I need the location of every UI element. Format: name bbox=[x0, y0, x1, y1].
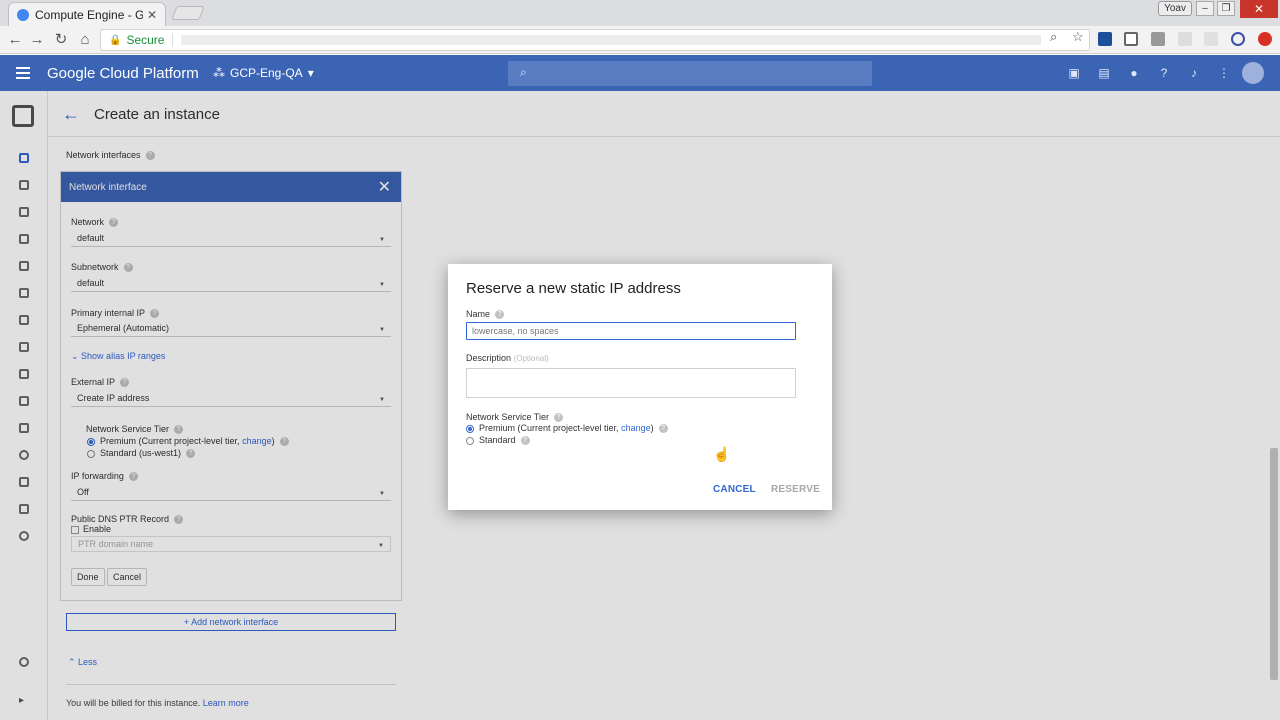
dialog-cancel-button[interactable]: CANCEL bbox=[713, 484, 756, 495]
bookmark-star-icon[interactable]: ☆ bbox=[1072, 29, 1084, 45]
extension-cast-icon[interactable] bbox=[1178, 32, 1192, 46]
extension-icon[interactable] bbox=[1098, 32, 1112, 46]
search-icon: ⌕ bbox=[520, 65, 527, 79]
zoom-icon[interactable]: ⌕ bbox=[1050, 29, 1057, 45]
dialog-premium-close-paren: ) bbox=[650, 423, 654, 433]
more-vert-icon[interactable]: ⋮ bbox=[1217, 66, 1231, 80]
optional-text: (Optional) bbox=[513, 354, 549, 363]
new-tab-button[interactable] bbox=[171, 6, 205, 20]
help-icon[interactable]: ? bbox=[1157, 66, 1171, 80]
description-label-text: Description bbox=[466, 353, 512, 363]
project-selector[interactable]: ⁂ GCP-Eng-QA ▾ bbox=[213, 66, 314, 80]
gift-icon[interactable]: ▣ bbox=[1067, 66, 1081, 80]
back-icon[interactable]: ← bbox=[6, 31, 24, 49]
maximize-icon[interactable]: ❐ bbox=[1217, 1, 1235, 16]
dialog-tier-label: Network Service Tier? bbox=[466, 412, 564, 423]
forward-icon[interactable]: → bbox=[28, 31, 46, 49]
extension-reader-icon[interactable] bbox=[1204, 32, 1218, 46]
feedback-icon[interactable]: ● bbox=[1127, 66, 1141, 80]
name-label-text: Name bbox=[466, 309, 491, 319]
hand-cursor-icon: ☝ bbox=[713, 446, 731, 462]
dialog-premium-radio[interactable] bbox=[466, 424, 474, 433]
tab-title: Compute Engine - GCP-E bbox=[35, 7, 143, 22]
help-icon[interactable]: ? bbox=[520, 436, 530, 446]
profile-user-button[interactable]: Yoav bbox=[1158, 1, 1192, 16]
project-tree-icon: ⁂ bbox=[213, 66, 225, 80]
project-name: GCP-Eng-QA bbox=[230, 66, 303, 80]
avatar[interactable] bbox=[1242, 62, 1264, 84]
dialog-standard-text: Standard bbox=[479, 435, 516, 445]
extension-block-icon[interactable] bbox=[1231, 32, 1245, 46]
dialog-standard-option[interactable]: Standard? bbox=[466, 435, 530, 446]
description-label: Description (Optional) bbox=[466, 353, 549, 363]
brand-title[interactable]: Google Cloud Platform bbox=[47, 65, 199, 82]
search-input[interactable]: ⌕ bbox=[508, 61, 872, 86]
browser-tab[interactable]: Compute Engine - GCP-E ✕ bbox=[8, 2, 166, 26]
url-text[interactable] bbox=[181, 35, 1042, 45]
extension-red-icon[interactable] bbox=[1258, 32, 1272, 46]
gcp-favicon-icon bbox=[17, 8, 29, 21]
dialog-change-link[interactable]: change bbox=[621, 423, 651, 433]
dialog-reserve-button[interactable]: RESERVE bbox=[771, 484, 820, 495]
minimize-icon[interactable]: – bbox=[1196, 1, 1214, 16]
window-close-icon[interactable]: ✕ bbox=[1240, 0, 1278, 18]
lock-icon: 🔒 bbox=[109, 34, 122, 46]
omnibox-divider bbox=[172, 33, 174, 47]
tab-close-icon[interactable]: ✕ bbox=[147, 8, 157, 22]
cloud-shell-icon[interactable]: ▤ bbox=[1097, 66, 1111, 80]
dialog-tier-label-text: Network Service Tier bbox=[466, 412, 550, 422]
extension-recycle-icon[interactable] bbox=[1124, 32, 1138, 46]
menu-icon[interactable] bbox=[16, 67, 30, 79]
gcp-header: Google Cloud Platform ⁂ GCP-Eng-QA ▾ ⌕ ▣… bbox=[0, 55, 1280, 91]
name-input[interactable] bbox=[466, 322, 796, 340]
browser-toolbar: ← → ↻ ⌂ 🔒 Secure ⌕ ☆ bbox=[0, 26, 1280, 54]
home-icon[interactable]: ⌂ bbox=[76, 31, 94, 49]
secure-label: Secure bbox=[126, 33, 165, 47]
name-label: Name? bbox=[466, 309, 505, 320]
address-bar[interactable]: 🔒 Secure bbox=[100, 29, 1090, 51]
help-icon[interactable]: ? bbox=[495, 310, 505, 320]
extension-gray-icon[interactable] bbox=[1151, 32, 1165, 46]
dialog-premium-option[interactable]: Premium (Current project-level tier, cha… bbox=[466, 423, 668, 434]
reserve-ip-dialog: Reserve a new static IP address Name? De… bbox=[448, 264, 832, 510]
browser-tab-strip: Compute Engine - GCP-E ✕ Yoav – ❐ ✕ bbox=[0, 0, 1280, 26]
description-textarea[interactable] bbox=[466, 368, 796, 398]
help-icon[interactable]: ? bbox=[554, 413, 564, 423]
notifications-icon[interactable]: ♪ bbox=[1187, 66, 1201, 80]
dialog-title: Reserve a new static IP address bbox=[466, 280, 681, 297]
help-icon[interactable]: ? bbox=[658, 424, 668, 434]
dialog-premium-text: Premium (Current project-level tier, bbox=[479, 423, 619, 433]
chevron-down-icon: ▾ bbox=[307, 66, 314, 80]
dialog-standard-radio[interactable] bbox=[466, 436, 474, 445]
reload-icon[interactable]: ↻ bbox=[52, 31, 70, 49]
